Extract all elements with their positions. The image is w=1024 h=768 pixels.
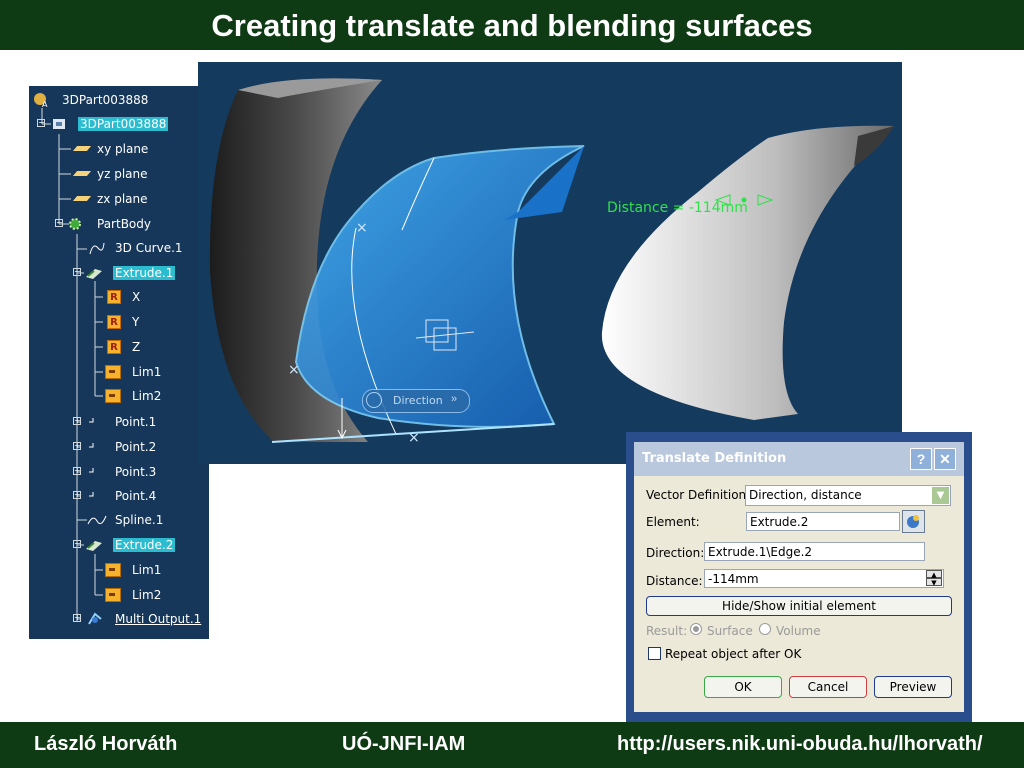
slide-title: Creating translate and blending surfaces [211, 8, 813, 43]
distance-arrows-icon[interactable] [714, 192, 774, 208]
multi-output-icon [87, 611, 103, 627]
distance-label: Distance [607, 200, 669, 216]
spin-down-icon[interactable]: ▼ [926, 578, 942, 587]
limit-icon [105, 389, 121, 403]
dialog-body: Vector Definition: Direction, distance ▼… [634, 476, 964, 712]
specification-tree: A 3DPart003888 − 3DPart003888 xy plane y… [29, 86, 209, 639]
expand-icon[interactable]: + [73, 417, 81, 425]
element-picker-icon[interactable] [902, 510, 925, 533]
expand-icon[interactable]: + [73, 491, 81, 499]
direction-icon [366, 392, 382, 408]
distance-label: Distance: [646, 574, 703, 588]
result-surface-label: Surface [707, 624, 753, 638]
collapse-icon[interactable]: − [55, 219, 63, 227]
collapse-icon[interactable]: − [73, 268, 81, 276]
direction-label: Direction: [646, 546, 705, 560]
expand-icon[interactable]: + [73, 614, 81, 622]
footer-org: UÓ-JNFI-IAM [342, 733, 466, 755]
chevron-down-icon[interactable]: ▼ [932, 487, 949, 504]
limit-icon [105, 563, 121, 577]
curve-icon [89, 240, 105, 256]
svg-text:A: A [42, 100, 48, 108]
preview-button[interactable]: Preview [874, 676, 952, 698]
element-value: Extrude.2 [750, 515, 809, 529]
spin-up-icon[interactable]: ▲ [926, 570, 942, 579]
point-icon [87, 414, 103, 430]
vector-definition-label: Vector Definition: [646, 488, 751, 502]
distance-spinner[interactable]: -114mm ▲ ▼ [704, 569, 944, 588]
element-field[interactable]: Extrude.2 [746, 512, 900, 531]
part-document-icon: A [33, 92, 49, 109]
spline-icon [87, 512, 107, 528]
repeat-checkbox[interactable] [648, 647, 661, 660]
result-surface-radio[interactable] [690, 623, 702, 635]
distance-value: -114mm [708, 572, 759, 586]
svg-text:×: × [408, 430, 420, 446]
repeat-label: Repeat object after OK [665, 647, 802, 661]
parameter-icon: R [107, 340, 121, 354]
extrude-icon [85, 537, 102, 553]
direction-manipulator[interactable]: Direction » [362, 389, 470, 413]
close-button[interactable]: ✕ [934, 448, 956, 470]
result-volume-radio[interactable] [759, 623, 771, 635]
expand-icon[interactable]: + [73, 442, 81, 450]
footer-bar: László Horváth UÓ-JNFI-IAM http://users.… [0, 722, 1024, 768]
point-icon [87, 488, 103, 504]
footer-author: László Horváth [34, 733, 178, 755]
title-bar: Creating translate and blending surfaces [0, 0, 1024, 50]
hide-show-initial-button[interactable]: Hide/Show initial element [646, 596, 952, 616]
vector-definition-select[interactable]: Direction, distance ▼ [745, 485, 951, 506]
svg-text:×: × [288, 362, 300, 378]
translate-preview-surface[interactable] [294, 145, 585, 428]
direction-value: Extrude.1\Edge.2 [708, 545, 813, 559]
ok-button[interactable]: OK [704, 676, 782, 698]
collapse-icon[interactable]: − [73, 540, 81, 548]
direction-field[interactable]: Extrude.1\Edge.2 [704, 542, 925, 561]
parameter-icon: R [107, 315, 121, 329]
dialog-title: Translate Definition [642, 451, 787, 466]
scene[interactable]: × × × [198, 62, 902, 464]
part-icon [51, 116, 67, 132]
limit-icon [105, 588, 121, 602]
extrude-icon [85, 265, 102, 281]
chevron-right-icon: » [451, 393, 458, 405]
expand-icon[interactable]: + [73, 467, 81, 475]
element-label: Element: [646, 515, 700, 529]
collapse-icon[interactable]: − [37, 119, 45, 127]
help-button[interactable]: ? [910, 448, 932, 470]
point-icon [87, 464, 103, 480]
translate-definition-dialog: Translate Definition ? ✕ Vector Definiti… [626, 432, 972, 722]
direction-label: Direction [393, 394, 443, 407]
vector-definition-value: Direction, distance [749, 488, 862, 502]
translated-surface[interactable] [601, 125, 894, 420]
svg-text:×: × [356, 220, 368, 236]
limit-icon [105, 365, 121, 379]
dialog-titlebar[interactable]: Translate Definition ? ✕ [634, 442, 964, 476]
point-icon [87, 439, 103, 455]
parameter-icon: R [107, 290, 121, 304]
result-volume-label: Volume [776, 624, 821, 638]
result-label: Result: [646, 624, 688, 638]
gear-icon [67, 216, 83, 232]
footer-url[interactable]: http://users.nik.uni-obuda.hu/lhorvath/ [617, 733, 983, 756]
cancel-button[interactable]: Cancel [789, 676, 867, 698]
3d-viewport[interactable]: × × × Direction » Distance = -114mm [198, 62, 902, 464]
